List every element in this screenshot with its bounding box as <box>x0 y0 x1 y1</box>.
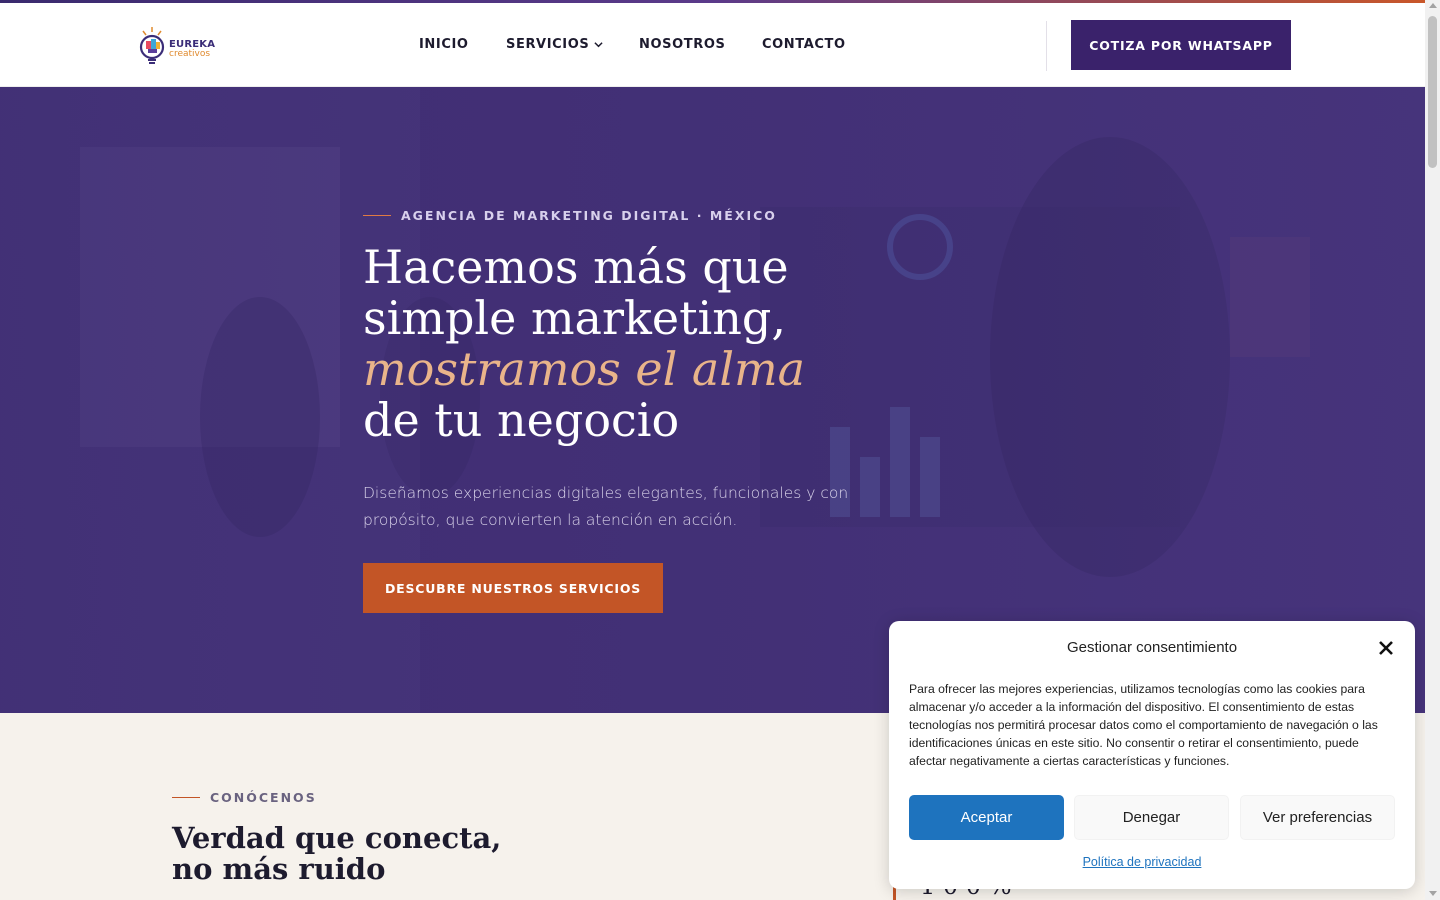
about-title: Verdad que conecta, no más ruido <box>172 823 501 885</box>
privacy-policy-link[interactable]: Política de privacidad <box>889 855 1395 869</box>
hero-title-line4: de tu negocio <box>363 393 680 447</box>
consent-deny-button[interactable]: Denegar <box>1074 795 1229 840</box>
site-header: EUREKA creativos INICIO SERVICIOS NOSOTR… <box>0 3 1425 87</box>
scroll-up-arrow-icon[interactable] <box>1429 3 1437 8</box>
page-scrollbar[interactable] <box>1425 0 1440 900</box>
about-title-line1: Verdad que conecta, <box>172 821 502 855</box>
nav-item-inicio[interactable]: INICIO <box>419 37 469 52</box>
chevron-down-icon <box>594 42 603 48</box>
consent-title: Gestionar consentimiento <box>1066 639 1238 656</box>
hero-title-accent: mostramos el alma <box>363 342 806 396</box>
consent-body: Para ofrecer las mejores experiencias, u… <box>909 682 1378 768</box>
consent-accept-button[interactable]: Aceptar <box>909 795 1064 840</box>
hero-subtitle: Diseñamos experiencias digitales elegant… <box>363 484 849 529</box>
nav-item-contacto[interactable]: CONTACTO <box>762 37 846 52</box>
about-title-line2: no más ruido <box>172 852 386 886</box>
about-eyebrow-text: CONÓCENOS <box>210 790 317 805</box>
scroll-down-arrow-icon[interactable] <box>1429 891 1437 896</box>
close-icon[interactable] <box>1377 639 1395 657</box>
nav-item-servicios[interactable]: SERVICIOS <box>506 37 603 52</box>
cookie-consent-dialog: Gestionar consentimiento Para ofrecer la… <box>889 621 1415 889</box>
logo-tagline: creativos <box>169 49 211 59</box>
lightbulb-logo-icon <box>139 27 165 64</box>
site-logo[interactable]: EUREKA creativos <box>138 25 218 71</box>
header-divider <box>1046 21 1047 71</box>
hero-eyebrow: AGENCIA DE MARKETING DIGITAL · MÉXICO <box>363 208 777 223</box>
eyebrow-line <box>172 797 200 798</box>
hero-title: Hacemos más que simple marketing, mostra… <box>363 242 805 446</box>
consent-preferences-button[interactable]: Ver preferencias <box>1240 795 1395 840</box>
discover-services-button[interactable]: DESCUBRE NUESTROS SERVICIOS <box>363 563 663 613</box>
about-eyebrow: CONÓCENOS <box>172 790 317 805</box>
nav-item-nosotros[interactable]: NOSOTROS <box>639 37 725 52</box>
hero-title-line2: simple marketing, <box>363 291 786 345</box>
whatsapp-quote-button[interactable]: COTIZA POR WHATSAPP <box>1071 20 1291 70</box>
hero-section: AGENCIA DE MARKETING DIGITAL · MÉXICO Ha… <box>0 87 1425 713</box>
hero-title-line1: Hacemos más que <box>363 240 789 294</box>
nav-item-servicios-label: SERVICIOS <box>506 37 590 52</box>
hero-eyebrow-text: AGENCIA DE MARKETING DIGITAL · MÉXICO <box>401 208 777 223</box>
scrollbar-thumb[interactable] <box>1428 16 1437 168</box>
eyebrow-line <box>363 215 391 216</box>
